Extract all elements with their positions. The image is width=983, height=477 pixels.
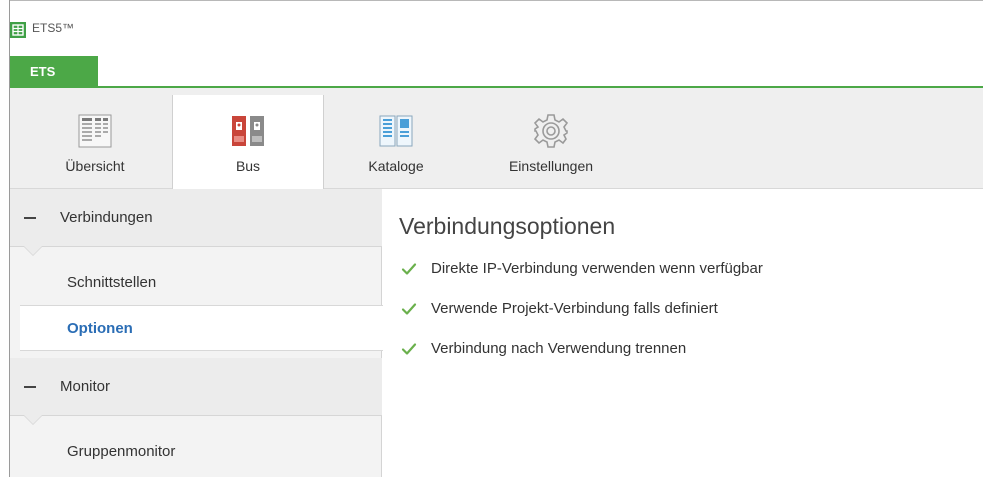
sidebar-section-title: Verbindungen bbox=[60, 209, 153, 226]
window-title: ETS5™ bbox=[32, 21, 75, 35]
sidebar-section-title: Monitor bbox=[60, 378, 111, 395]
tab-overview-label: Übersicht bbox=[65, 158, 125, 174]
main-content: Verbindungsoptionen Direkte IP-Verbindun… bbox=[383, 189, 983, 477]
sidebar-item-options[interactable]: Optionen bbox=[20, 305, 383, 351]
catalog-icon bbox=[377, 112, 415, 150]
option-label: Verwende Projekt-Verbindung falls defini… bbox=[431, 300, 718, 317]
tab-overview[interactable]: Übersicht bbox=[40, 88, 150, 189]
option-label: Direkte IP-Verbindung verwenden wenn ver… bbox=[431, 260, 763, 277]
collapse-icon bbox=[24, 386, 36, 388]
sidebar-section-monitor[interactable]: Monitor bbox=[10, 358, 382, 425]
tab-settings-label: Einstellungen bbox=[508, 158, 594, 174]
overview-icon bbox=[76, 112, 114, 150]
checkmark-icon[interactable] bbox=[401, 341, 417, 357]
checkmark-icon[interactable] bbox=[401, 301, 417, 317]
sidebar-section-connections[interactable]: Verbindungen bbox=[10, 189, 382, 256]
gear-icon bbox=[532, 112, 570, 150]
section-notch-fill bbox=[24, 415, 42, 424]
tab-catalogs[interactable]: Kataloge bbox=[346, 88, 446, 189]
sidebar: Verbindungen Schnittstellen Optionen Mon… bbox=[10, 189, 383, 477]
tab-bus[interactable]: Bus bbox=[172, 95, 324, 197]
title-bar bbox=[10, 1, 983, 55]
option-label: Verbindung nach Verwendung trennen bbox=[431, 340, 687, 357]
ribbon-bar: Übersicht Bus Kataloge Einstellungen bbox=[10, 88, 983, 197]
sidebar-item-group-monitor[interactable]: Gruppenmonitor bbox=[10, 429, 382, 475]
bus-icon bbox=[229, 112, 267, 150]
collapse-icon bbox=[24, 217, 36, 219]
checkmark-icon[interactable] bbox=[401, 261, 417, 277]
section-notch-fill bbox=[24, 246, 42, 255]
tab-settings[interactable]: Einstellungen bbox=[476, 88, 626, 189]
tab-catalogs-label: Kataloge bbox=[368, 158, 424, 174]
ets-menu-tab[interactable]: ETS bbox=[10, 56, 98, 87]
tab-bus-label: Bus bbox=[235, 158, 261, 174]
page-title: Verbindungsoptionen bbox=[399, 213, 616, 239]
sidebar-item-interfaces[interactable]: Schnittstellen bbox=[10, 260, 382, 306]
ets-logo-icon bbox=[10, 22, 26, 38]
